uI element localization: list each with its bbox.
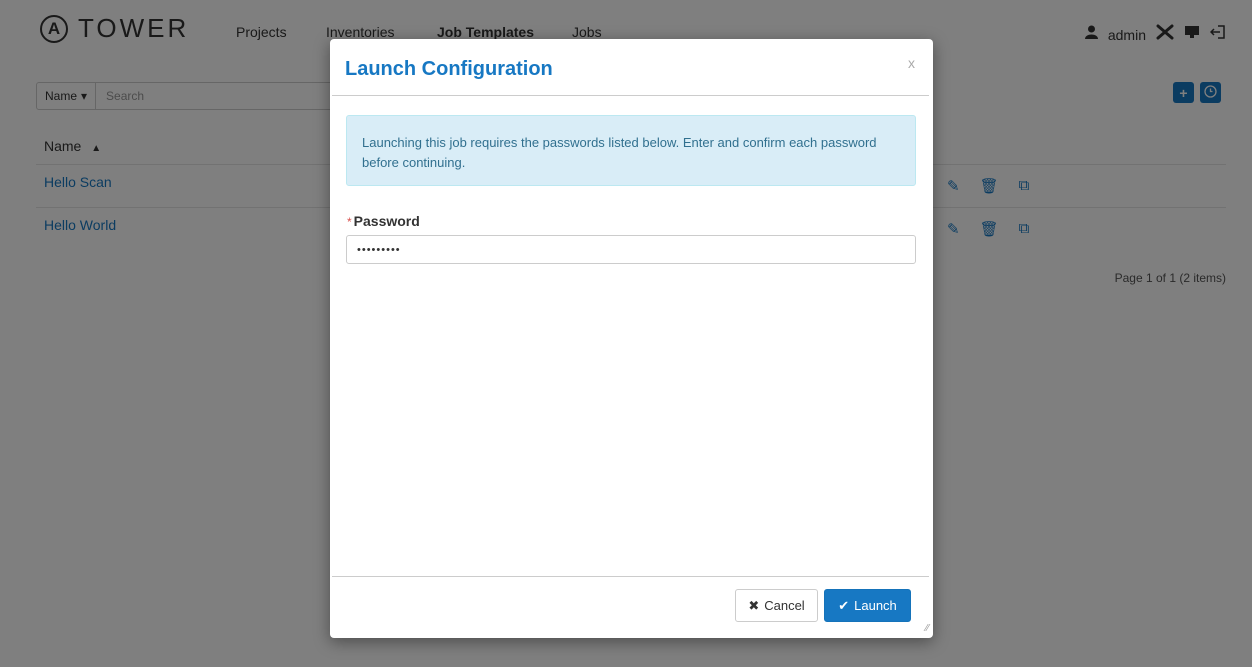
required-marker: * [347,215,352,229]
modal-header-divider [332,95,929,96]
resize-handle-icon[interactable]: ⁄⁄ [926,623,929,634]
password-label-text: Password [353,213,420,229]
check-icon: ✔ [838,597,850,613]
cancel-label: Cancel [764,598,805,613]
password-label: * Password [347,213,420,229]
times-icon: ✖ [748,597,760,613]
launch-label: Launch [854,598,897,613]
launch-configuration-modal: Launch Configuration x Launching this jo… [330,39,933,638]
modal-footer-divider [332,576,929,577]
password-field[interactable] [346,235,916,264]
close-icon[interactable]: x [908,55,915,71]
modal-title: Launch Configuration [345,58,553,80]
launch-button[interactable]: ✔ Launch [824,589,911,622]
password-info-alert: Launching this job requires the password… [346,115,916,186]
cancel-button[interactable]: ✖ Cancel [735,589,818,622]
